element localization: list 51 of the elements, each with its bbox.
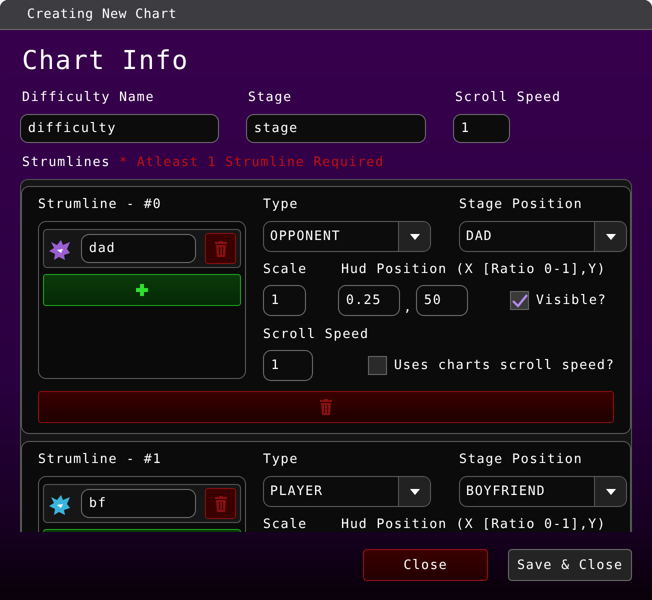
text-field[interactable]: dad <box>81 234 196 263</box>
text-field[interactable]: stage <box>246 114 426 143</box>
field-label: Difficulty Name <box>22 90 156 106</box>
delete-button[interactable] <box>205 488 236 519</box>
close-button[interactable]: Close <box>363 549 488 581</box>
text-field[interactable]: 0.25 <box>338 285 400 316</box>
add-button[interactable] <box>43 274 241 306</box>
strumline-title: Strumline - #0 <box>38 197 163 213</box>
field-label: Scroll Speed <box>263 327 370 343</box>
delete-strumline-button[interactable] <box>38 391 614 423</box>
field-label: Scale <box>263 517 308 532</box>
field-label: Hud Position (X [Ratio 0-1],Y) <box>341 517 606 532</box>
field-label: Hud Position (X [Ratio 0-1],Y) <box>341 262 606 278</box>
checkbox-label: Uses charts scroll speed? <box>394 358 615 374</box>
field-label: Type <box>263 452 300 468</box>
trash-icon <box>214 496 226 512</box>
dropdown[interactable]: DAD <box>459 221 627 252</box>
text-field[interactable]: 1 <box>453 114 510 143</box>
field-label: Stage <box>248 90 294 106</box>
strumline-title: Strumline - #1 <box>38 452 163 468</box>
delete-button[interactable] <box>205 233 236 264</box>
dropdown[interactable]: BOYFRIEND <box>459 476 627 507</box>
text-field[interactable]: 1 <box>263 350 313 381</box>
text-field[interactable]: bf <box>81 489 196 518</box>
field-label: Stage Position <box>459 197 584 213</box>
text-field[interactable]: difficulty <box>20 114 219 143</box>
dropdown[interactable]: PLAYER <box>263 476 431 507</box>
trash-icon <box>320 399 332 415</box>
field-label: Scale <box>263 262 308 278</box>
section-label: Strumlines <box>22 155 110 171</box>
field-label: Stage Position <box>459 452 584 468</box>
window-title: Creating New Chart <box>0 0 652 30</box>
caret-down-icon <box>606 488 616 494</box>
checkbox[interactable] <box>368 356 387 375</box>
text-field[interactable]: 1 <box>263 285 306 316</box>
required-note: * Atleast 1 Strumline Required <box>119 155 384 171</box>
caret-down-icon <box>606 234 616 240</box>
checkbox-label: Visible? <box>536 292 607 308</box>
trash-icon <box>214 240 226 256</box>
save-button[interactable]: Save & Close <box>508 549 632 581</box>
dropdown[interactable]: OPPONENT <box>263 221 431 252</box>
field-label: Type <box>263 197 300 213</box>
checkbox[interactable] <box>510 291 529 310</box>
plus-icon <box>136 284 148 296</box>
section-heading: Chart Info <box>22 45 190 78</box>
separator-text: , <box>402 300 414 316</box>
caret-down-icon <box>410 234 420 240</box>
checkmark-icon <box>512 294 528 308</box>
field-label: Scroll Speed <box>455 90 562 106</box>
text-field[interactable]: 50 <box>416 285 468 316</box>
caret-down-icon <box>410 488 420 494</box>
